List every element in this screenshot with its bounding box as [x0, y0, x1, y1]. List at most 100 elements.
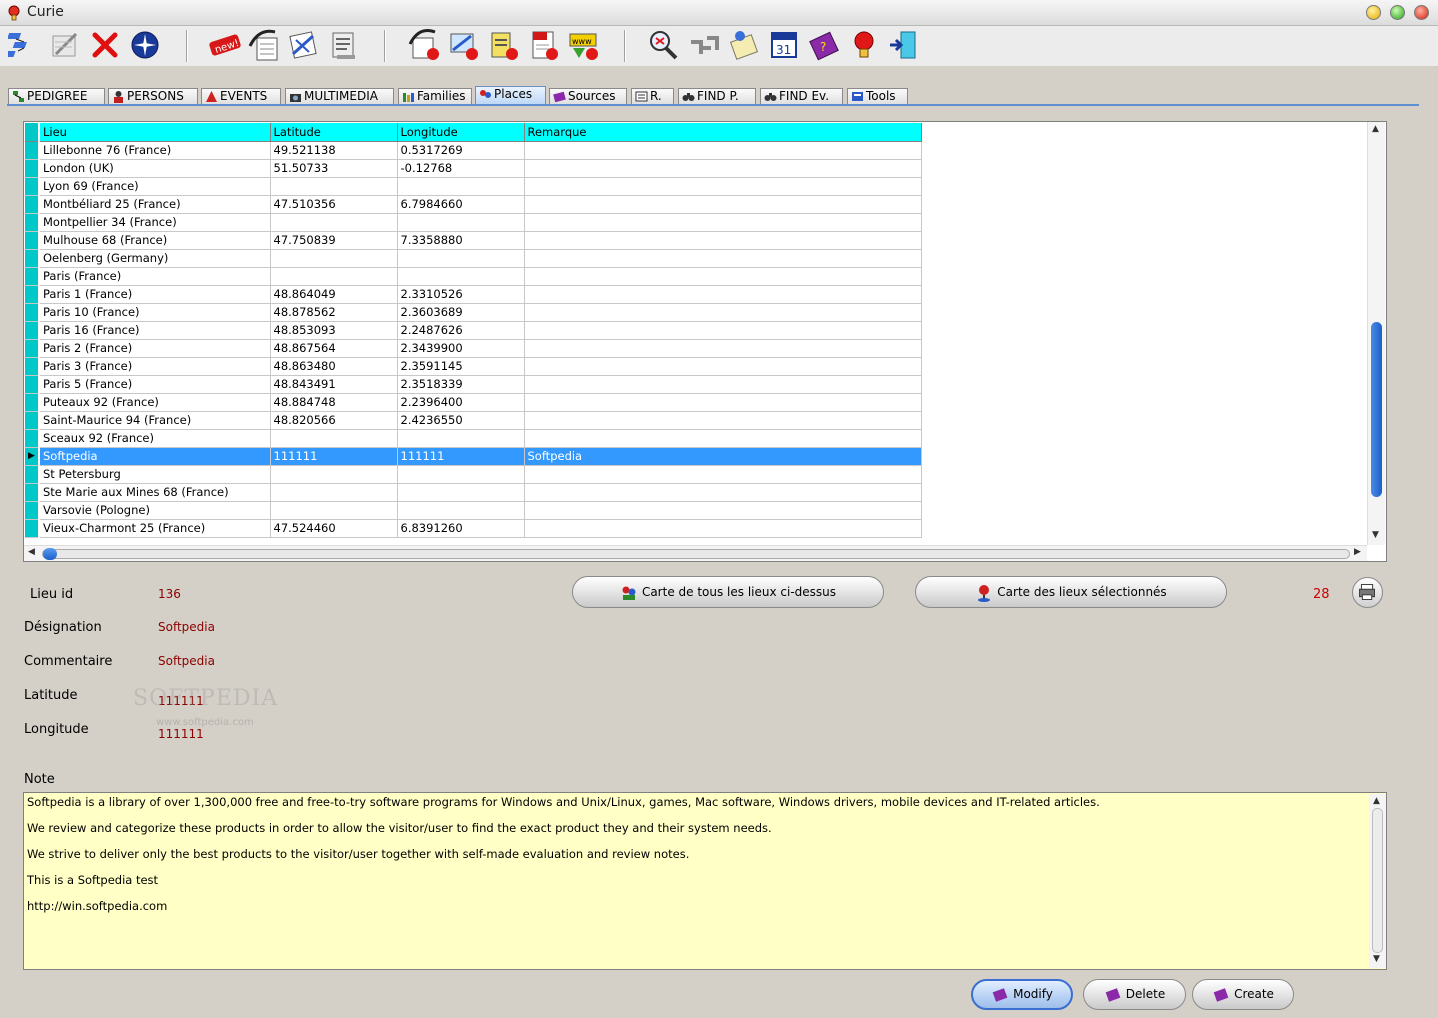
- table-cell[interactable]: [524, 483, 922, 502]
- table-row[interactable]: Lillebonne 76 (France) 49.521138 0.5317269: [25, 141, 922, 160]
- table-cell[interactable]: [397, 429, 525, 448]
- minimize-button[interactable]: [1366, 5, 1381, 20]
- table-cell[interactable]: [524, 141, 922, 160]
- table-cell[interactable]: 47.510356: [270, 195, 398, 214]
- table-cell[interactable]: [270, 213, 398, 232]
- table-cell[interactable]: [524, 339, 922, 358]
- table-row[interactable]: Mulhouse 68 (France) 47.750839 7.3358880: [25, 231, 922, 250]
- tab-multimedia[interactable]: MULTIMEDIA: [285, 88, 394, 105]
- row-indicator[interactable]: [25, 159, 40, 178]
- scrollbar-thumb[interactable]: [43, 548, 57, 560]
- table-cell[interactable]: [397, 267, 525, 286]
- table-row[interactable]: Paris 1 (France) 48.864049 2.3310526: [25, 285, 922, 304]
- tab-find-ev[interactable]: FIND Ev.: [760, 88, 843, 105]
- row-indicator[interactable]: [25, 411, 40, 430]
- notes-icon[interactable]: [727, 28, 761, 62]
- table-row[interactable]: Lyon 69 (France): [25, 177, 922, 196]
- table-cell[interactable]: 51.50733: [270, 159, 398, 178]
- table-cell[interactable]: [524, 267, 922, 286]
- note-scrollbar[interactable]: ▲ ▼: [1369, 794, 1386, 968]
- table-row[interactable]: Paris 5 (France) 48.843491 2.3518339: [25, 375, 922, 394]
- table-row[interactable]: Paris 10 (France) 48.878562 2.3603689: [25, 303, 922, 322]
- row-indicator[interactable]: [25, 465, 40, 484]
- print-button[interactable]: [1352, 577, 1383, 608]
- table-cell[interactable]: 2.4236550: [397, 411, 525, 430]
- tab-r[interactable]: R.: [631, 88, 674, 105]
- row-indicator[interactable]: [25, 393, 40, 412]
- tab-find-p[interactable]: FIND P.: [678, 88, 756, 105]
- table-cell[interactable]: [524, 519, 922, 538]
- table-row[interactable]: London (UK) 51.50733 -0.12768: [25, 159, 922, 178]
- report-icon[interactable]: [327, 28, 361, 62]
- table-cell[interactable]: [524, 213, 922, 232]
- row-indicator[interactable]: [25, 249, 40, 268]
- row-indicator[interactable]: [25, 231, 40, 250]
- row-indicator[interactable]: [25, 195, 40, 214]
- table-cell[interactable]: [524, 429, 922, 448]
- help-book-icon[interactable]: ?: [807, 28, 841, 62]
- web-export-icon[interactable]: [447, 28, 481, 62]
- row-indicator[interactable]: [25, 501, 40, 520]
- longitude-value[interactable]: 111111: [158, 727, 204, 741]
- table-cell[interactable]: [524, 285, 922, 304]
- table-row[interactable]: Montpellier 34 (France): [25, 213, 922, 232]
- table-cell[interactable]: [270, 483, 398, 502]
- grid-horizontal-scrollbar[interactable]: ◀ ▶: [24, 545, 1367, 561]
- close-window-button[interactable]: [1414, 5, 1429, 20]
- table-row[interactable]: Paris 16 (France) 48.853093 2.2487626: [25, 321, 922, 340]
- scroll-up-icon[interactable]: ▲: [1372, 124, 1379, 134]
- table-cell[interactable]: [524, 177, 922, 196]
- table-cell[interactable]: [397, 465, 525, 484]
- delete-icon[interactable]: [88, 28, 122, 62]
- table-cell[interactable]: [524, 411, 922, 430]
- table-cell[interactable]: Paris 2 (France): [39, 339, 271, 358]
- table-cell[interactable]: 0.5317269: [397, 141, 525, 160]
- table-row[interactable]: Saint-Maurice 94 (France) 48.820566 2.4236…: [25, 411, 922, 430]
- table-cell[interactable]: [524, 249, 922, 268]
- note-textarea[interactable]: Softpedia is a library of over 1,300,000…: [23, 792, 1387, 970]
- table-cell[interactable]: 7.3358880: [397, 231, 525, 250]
- table-cell[interactable]: [524, 357, 922, 376]
- table-cell[interactable]: Paris 16 (France): [39, 321, 271, 340]
- search-icon[interactable]: [646, 28, 680, 62]
- scrollbar-track[interactable]: [1372, 808, 1383, 953]
- compass-icon[interactable]: [128, 28, 162, 62]
- table-cell[interactable]: Oelenberg (Germany): [39, 249, 271, 268]
- table-cell[interactable]: 48.884748: [270, 393, 398, 412]
- scroll-down-icon[interactable]: ▼: [1373, 954, 1380, 964]
- table-row[interactable]: Paris (France): [25, 267, 922, 286]
- table-cell[interactable]: 47.524460: [270, 519, 398, 538]
- create-button[interactable]: Create: [1192, 979, 1294, 1010]
- map-selected-places-button[interactable]: Carte des lieux sélectionnés: [915, 576, 1227, 608]
- table-row[interactable]: Paris 3 (France) 48.863480 2.3591145: [25, 357, 922, 376]
- column-header-latitude[interactable]: Latitude: [270, 123, 398, 142]
- map-all-places-button[interactable]: Carte de tous les lieux ci-dessus: [572, 576, 884, 608]
- table-cell[interactable]: 2.3310526: [397, 285, 525, 304]
- table-cell[interactable]: [524, 501, 922, 520]
- table-cell[interactable]: 2.3518339: [397, 375, 525, 394]
- table-cell[interactable]: 6.8391260: [397, 519, 525, 538]
- www-icon[interactable]: www: [567, 28, 601, 62]
- row-indicator[interactable]: [25, 483, 40, 502]
- table-cell[interactable]: 111111: [270, 447, 398, 466]
- row-indicator[interactable]: [25, 213, 40, 232]
- table-cell[interactable]: 48.820566: [270, 411, 398, 430]
- row-indicator[interactable]: [25, 519, 40, 538]
- tab-events[interactable]: EVENTS: [201, 88, 281, 105]
- exit-icon[interactable]: [887, 28, 921, 62]
- tab-sources[interactable]: Sources: [549, 88, 627, 105]
- table-cell[interactable]: 2.3439900: [397, 339, 525, 358]
- table-cell[interactable]: Lyon 69 (France): [39, 177, 271, 196]
- table-cell[interactable]: 6.7984660: [397, 195, 525, 214]
- table-cell[interactable]: St Petersburg: [39, 465, 271, 484]
- table-row[interactable]: Ste Marie aux Mines 68 (France): [25, 483, 922, 502]
- table-row[interactable]: Montbéliard 25 (France) 47.510356 6.798466…: [25, 195, 922, 214]
- table-cell[interactable]: [524, 393, 922, 412]
- table-cell[interactable]: London (UK): [39, 159, 271, 178]
- scroll-right-icon[interactable]: ▶: [1354, 547, 1361, 557]
- table-cell[interactable]: [397, 213, 525, 232]
- table-cell[interactable]: [270, 267, 398, 286]
- table-cell[interactable]: Lillebonne 76 (France): [39, 141, 271, 160]
- gedcom-import-icon[interactable]: [247, 28, 281, 62]
- gedcom-export-icon[interactable]: [407, 28, 441, 62]
